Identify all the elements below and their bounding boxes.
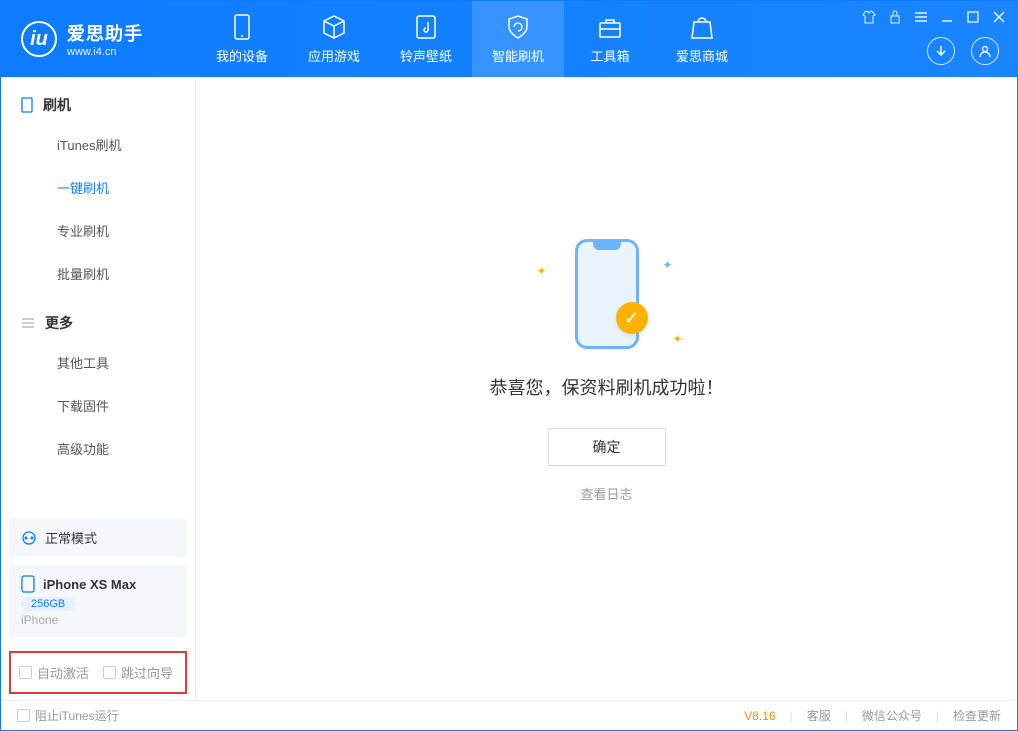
section-title-text: 更多	[45, 313, 73, 333]
checkbox-label: 阻止iTunes运行	[35, 707, 119, 724]
nav-tab-ringtones[interactable]: 铃声壁纸	[380, 1, 472, 77]
checkbox-block-itunes[interactable]: 阻止iTunes运行	[17, 707, 119, 724]
body: 刷机 iTunes刷机 一键刷机 专业刷机 批量刷机 更多 其他工具 下载固件 …	[1, 77, 1017, 700]
separator: |	[790, 709, 793, 723]
checkbox-label: 跳过向导	[121, 663, 173, 682]
options-row: 自动激活 跳过向导	[9, 651, 187, 694]
separator: |	[936, 709, 939, 723]
nav-label: 智能刷机	[492, 46, 544, 65]
sidebar-item-firmware[interactable]: 下载固件	[1, 384, 195, 427]
music-file-icon	[413, 14, 439, 40]
nav-tab-apps[interactable]: 应用游戏	[288, 1, 380, 77]
phone-small-icon	[21, 97, 33, 113]
separator: |	[845, 709, 848, 723]
sidebar-item-pro[interactable]: 专业刷机	[1, 209, 195, 252]
close-icon[interactable]	[991, 9, 1007, 25]
check-update-link[interactable]: 检查更新	[953, 707, 1001, 724]
device-mode-text: 正常模式	[45, 528, 97, 547]
sidebar-spacer	[1, 470, 195, 510]
logo-area: iu 爱思助手 www.i4.cn	[1, 20, 196, 58]
sidebar: 刷机 iTunes刷机 一键刷机 专业刷机 批量刷机 更多 其他工具 下载固件 …	[1, 77, 196, 700]
header: iu 爱思助手 www.i4.cn 我的设备 应用游戏 铃声壁纸 智能刷机 工具…	[1, 1, 1017, 77]
device-name: iPhone XS Max	[43, 577, 136, 592]
sidebar-section-more: 更多	[1, 295, 195, 341]
logo-text: 爱思助手 www.i4.cn	[67, 20, 143, 58]
footer-right: V8.16 | 客服 | 微信公众号 | 检查更新	[744, 707, 1001, 724]
success-illustration: ✦ ✦ ✦ ✓	[517, 234, 697, 354]
nav-label: 铃声壁纸	[400, 46, 452, 65]
phone-notch	[593, 242, 621, 250]
minimize-icon[interactable]	[939, 9, 955, 25]
logo-icon: iu	[21, 21, 57, 57]
section-title-text: 刷机	[43, 95, 71, 115]
sparkle-icon: ✦	[537, 264, 547, 278]
sparkle-icon: ✦	[662, 258, 672, 272]
device-mode-panel[interactable]: 正常模式	[9, 518, 187, 557]
maximize-icon[interactable]	[965, 9, 981, 25]
sidebar-item-other[interactable]: 其他工具	[1, 341, 195, 384]
sparkle-icon: ✦	[672, 332, 682, 346]
device-type: iPhone	[21, 613, 175, 627]
success-message: 恭喜您，保资料刷机成功啦！	[490, 374, 724, 400]
footer: 阻止iTunes运行 V8.16 | 客服 | 微信公众号 | 检查更新	[1, 700, 1017, 730]
app-url: www.i4.cn	[67, 46, 143, 58]
check-badge-icon: ✓	[616, 302, 648, 334]
window-controls	[861, 9, 1007, 25]
checkbox-auto-activate[interactable]: 自动激活	[19, 663, 89, 682]
download-button[interactable]	[927, 37, 955, 65]
lock-icon[interactable]	[887, 9, 903, 25]
capacity-badge: 256GB	[21, 597, 75, 611]
version-text: V8.16	[744, 709, 775, 723]
nav-label: 我的设备	[216, 46, 268, 65]
footer-left: 阻止iTunes运行	[17, 707, 119, 724]
sidebar-item-batch[interactable]: 批量刷机	[1, 252, 195, 295]
checkbox-icon	[17, 709, 30, 722]
phone-icon	[229, 14, 255, 40]
checkbox-icon	[103, 666, 116, 679]
menu-icon[interactable]	[913, 9, 929, 25]
sidebar-section-flash: 刷机	[1, 77, 195, 123]
toolbox-icon	[597, 14, 623, 40]
shirt-icon[interactable]	[861, 9, 877, 25]
bag-icon	[689, 14, 715, 40]
nav-tab-flash[interactable]: 智能刷机	[472, 1, 564, 77]
app-name: 爱思助手	[67, 20, 143, 46]
nav-tabs: 我的设备 应用游戏 铃声壁纸 智能刷机 工具箱 爱思商城	[196, 1, 748, 77]
shield-refresh-icon	[505, 14, 531, 40]
view-log-link[interactable]: 查看日志	[580, 484, 632, 503]
checkbox-skip-guide[interactable]: 跳过向导	[103, 663, 173, 682]
sidebar-item-advanced[interactable]: 高级功能	[1, 427, 195, 470]
user-button[interactable]	[971, 37, 999, 65]
ok-button[interactable]: 确定	[548, 428, 666, 466]
header-action-buttons	[927, 37, 999, 65]
nav-label: 爱思商城	[676, 46, 728, 65]
nav-label: 应用游戏	[308, 46, 360, 65]
sidebar-item-itunes[interactable]: iTunes刷机	[1, 123, 195, 166]
cube-icon	[321, 14, 347, 40]
nav-tab-toolbox[interactable]: 工具箱	[564, 1, 656, 77]
device-info-panel[interactable]: iPhone XS Max 256GB iPhone	[9, 565, 187, 637]
nav-tab-store[interactable]: 爱思商城	[656, 1, 748, 77]
wechat-link[interactable]: 微信公众号	[862, 707, 922, 724]
sync-icon	[21, 530, 37, 546]
phone-graphic: ✓	[575, 239, 639, 349]
main-content: ✦ ✦ ✦ ✓ 恭喜您，保资料刷机成功啦！ 确定 查看日志	[196, 77, 1017, 700]
device-icon	[21, 575, 35, 593]
nav-label: 工具箱	[590, 46, 629, 65]
checkbox-icon	[19, 666, 32, 679]
checkbox-label: 自动激活	[37, 663, 89, 682]
sidebar-item-oneclick[interactable]: 一键刷机	[1, 166, 195, 209]
nav-tab-my-device[interactable]: 我的设备	[196, 1, 288, 77]
support-link[interactable]: 客服	[807, 707, 831, 724]
list-icon	[21, 317, 35, 329]
